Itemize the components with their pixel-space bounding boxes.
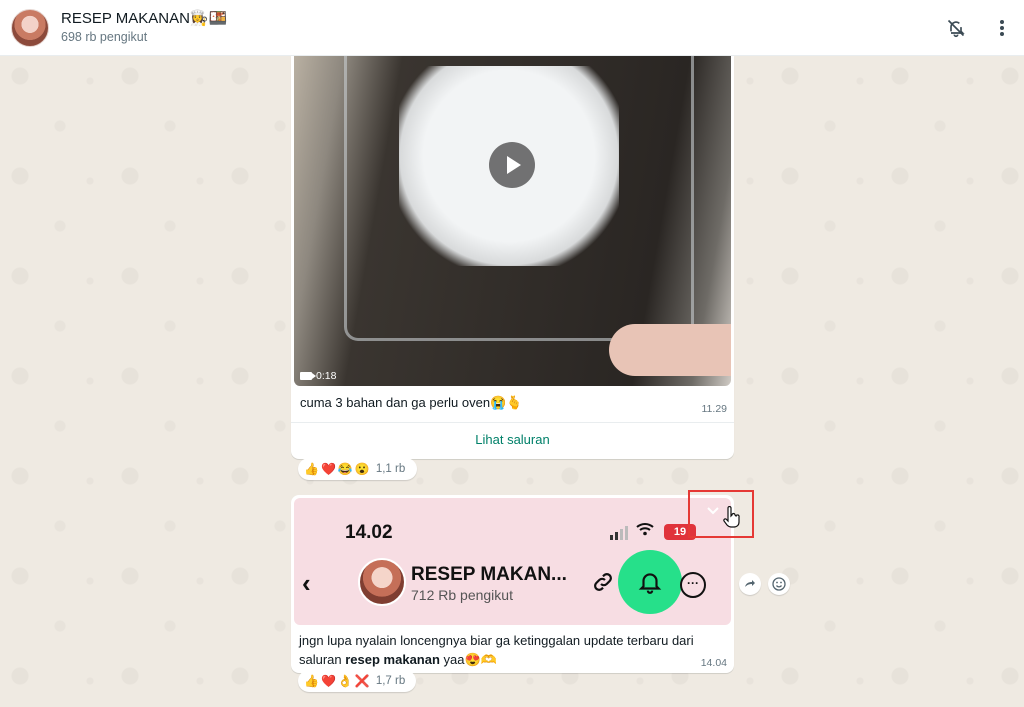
- view-channel-button[interactable]: Lihat saluran: [291, 432, 734, 447]
- message-caption: cuma 3 bahan dan ga perlu oven😭🫰: [300, 395, 523, 410]
- reaction-emoji: ❤️: [320, 462, 336, 476]
- reaction-emoji: 😂: [337, 462, 353, 476]
- channel-message-image[interactable]: 14.02 19 ‹ RESEP MAKAN... 712 Rb pengiku…: [291, 495, 734, 673]
- wifi-icon: [636, 522, 654, 540]
- screenshot-image[interactable]: 14.02 19 ‹ RESEP MAKAN... 712 Rb pengiku…: [294, 498, 731, 625]
- more-options-icon: ···: [680, 572, 706, 598]
- caption-text-end: yaa😍🫶: [439, 652, 497, 667]
- reaction-emoji: 😮: [354, 462, 370, 476]
- channel-info[interactable]: RESEP MAKANAN👩‍🍳🍱 698 rb pengikut: [61, 9, 227, 46]
- video-camera-icon: [300, 372, 316, 380]
- channel-name-in-image: RESEP MAKAN...: [411, 564, 567, 585]
- link-icon: [591, 570, 615, 600]
- reaction-emoji: ❤️: [320, 674, 336, 688]
- channel-followers: 698 rb pengikut: [61, 30, 148, 44]
- video-duration: 0:18: [300, 370, 336, 382]
- annotation-box: [688, 490, 754, 538]
- reaction-emoji: 👍: [304, 674, 319, 688]
- message-time: 11.29: [701, 403, 728, 415]
- channel-followers-in-image: 712 Rb pengikut: [411, 587, 513, 603]
- kebab-menu-icon[interactable]: [990, 16, 1014, 40]
- channel-avatar-in-image: [358, 558, 406, 606]
- message-time: 14.04: [700, 657, 727, 669]
- play-icon[interactable]: [489, 142, 535, 188]
- emoji-react-icon[interactable]: [768, 573, 790, 595]
- video-thumbnail[interactable]: 0:18: [294, 56, 731, 386]
- channel-message-video[interactable]: 0:18 cuma 3 bahan dan ga perlu oven😭🫰 11…: [291, 56, 734, 459]
- chevron-down-icon[interactable]: [706, 503, 720, 519]
- reactions-summary[interactable]: 👍 ❤️ 👌 ❌ 1,7 rb: [298, 670, 416, 692]
- phone-time: 14.02: [345, 522, 393, 543]
- reaction-count: 1,7 rb: [375, 675, 406, 687]
- message-caption: jngn lupa nyalain loncengnya biar ga ket…: [299, 631, 719, 669]
- bell-off-icon[interactable]: [944, 16, 968, 40]
- video-finger: [609, 324, 731, 376]
- channel-avatar[interactable]: [11, 8, 49, 47]
- reaction-emoji: 👌: [337, 674, 353, 688]
- reaction-count: 1,1 rb: [375, 463, 406, 475]
- reactions-summary[interactable]: 👍 ❤️ 😂 😮 1,1 rb: [298, 458, 417, 480]
- bell-highlight: [618, 550, 682, 614]
- signal-icon: [610, 526, 628, 540]
- caption-bold-text: resep makanan: [345, 652, 440, 667]
- reaction-emoji: 👍: [304, 462, 319, 476]
- channel-name: RESEP MAKANAN👩‍🍳🍱: [61, 10, 228, 27]
- forward-icon[interactable]: [739, 573, 761, 595]
- divider: [291, 422, 734, 423]
- bell-icon: [638, 573, 662, 594]
- hand-cursor-icon: [722, 505, 740, 534]
- video-duration-text: 0:18: [316, 370, 337, 382]
- chevron-left-icon: ‹: [302, 568, 311, 598]
- reaction-emoji: ❌: [354, 674, 370, 688]
- video-container-edge: [344, 56, 694, 341]
- channel-header[interactable]: RESEP MAKANAN👩‍🍳🍱 698 rb pengikut: [0, 0, 1024, 56]
